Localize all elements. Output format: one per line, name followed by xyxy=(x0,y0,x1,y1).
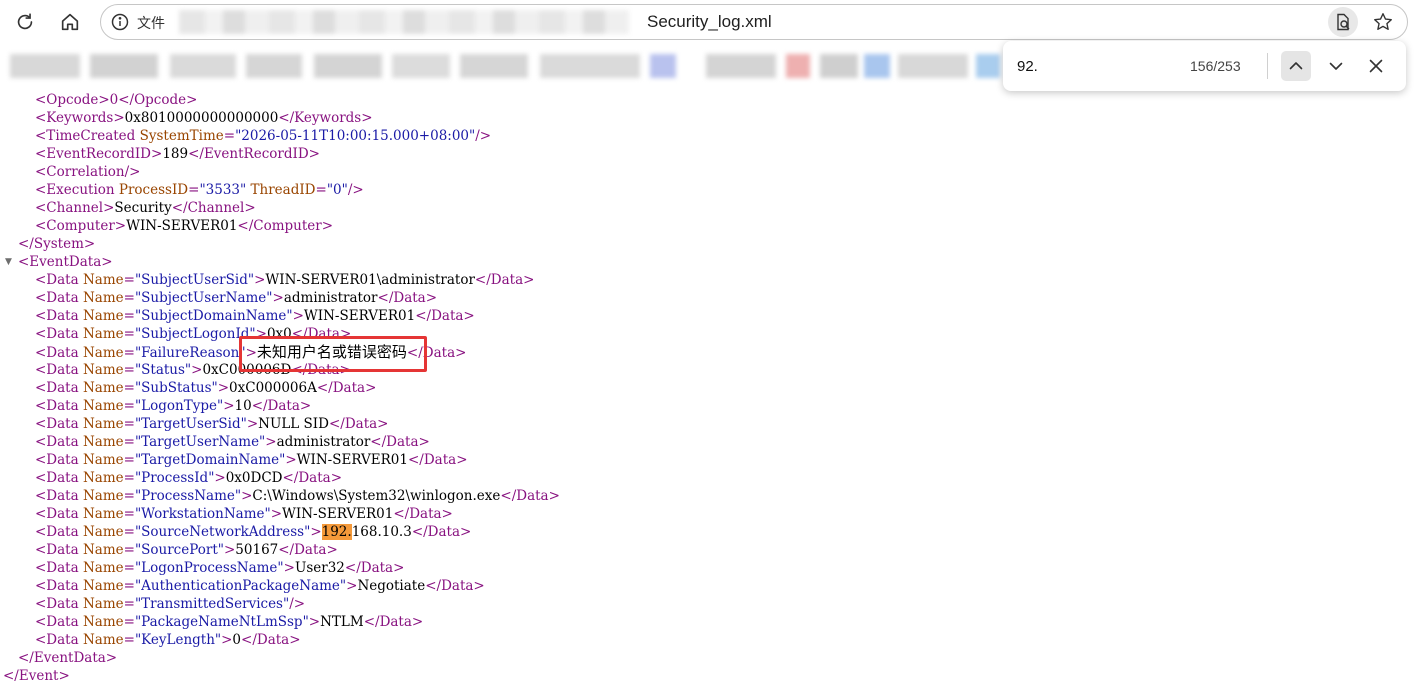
page-search-icon xyxy=(1337,13,1350,31)
failure-reason-value: 未知用户名或错误密码 xyxy=(256,343,407,361)
favorite-item-blurred[interactable] xyxy=(460,54,528,78)
find-close-button[interactable] xyxy=(1361,51,1391,81)
xml-timecreated-line: <TimeCreated SystemTime="2026-05-11T10:0… xyxy=(35,128,492,144)
find-match-count: 156/253 xyxy=(1190,58,1241,74)
xml-keywords-line: <Keywords>0x8010000000000000</Keywords> xyxy=(35,110,373,126)
browser-toolbar: 文件 Security_log.xml xyxy=(0,0,1425,44)
address-bar[interactable]: 文件 Security_log.xml xyxy=(100,4,1408,40)
favorite-item-blurred[interactable] xyxy=(786,54,810,78)
favorite-item-blurred[interactable] xyxy=(10,54,80,78)
xml-data-row-source-address: <Data Name="SourceNetworkAddress">192.16… xyxy=(35,524,472,540)
xml-data-row: <Data Name="SubjectDomainName">WIN-SERVE… xyxy=(35,308,475,324)
xml-data-row: <Data Name="TargetDomainName">WIN-SERVER… xyxy=(35,452,468,468)
xml-data-row: <Data Name="KeyLength">0</Data> xyxy=(35,632,301,648)
find-input[interactable] xyxy=(1017,54,1167,78)
xml-execution-line: <Execution ProcessID="3533" ThreadID="0"… xyxy=(35,182,364,198)
read-aloud-button[interactable] xyxy=(1328,7,1358,37)
star-icon xyxy=(1374,13,1392,31)
xml-data-row: <Data Name="TargetUserName">administrato… xyxy=(35,434,430,450)
reload-icon xyxy=(17,13,33,30)
xml-data-row: <Data Name="LogonProcessName">User32</Da… xyxy=(35,560,405,576)
xml-data-row: <Data Name="TransmittedServices"/> xyxy=(35,596,306,612)
close-icon xyxy=(1369,59,1383,73)
xml-tree-view: <Opcode>0</Opcode> <Keywords>0x801000000… xyxy=(0,90,1425,684)
home-icon xyxy=(61,13,79,31)
xml-data-row: <Data Name="Status">0xC000006D</Data> xyxy=(35,362,351,378)
reload-button[interactable] xyxy=(9,6,41,38)
favorite-item-blurred[interactable] xyxy=(392,54,450,78)
xml-data-row: <Data Name="TargetUserSid">NULL SID</Dat… xyxy=(35,416,389,432)
favorite-item-blurred[interactable] xyxy=(820,54,858,78)
xml-system-close-line: </System> xyxy=(18,236,96,252)
xml-data-row: <Data Name="WorkstationName">WIN-SERVER0… xyxy=(35,506,453,522)
favorite-item-blurred[interactable] xyxy=(706,54,776,78)
xml-eventdata-open-line: <EventData> xyxy=(18,254,113,270)
favorite-item-blurred[interactable] xyxy=(976,54,1000,78)
xml-channel-line: <Channel>Security</Channel> xyxy=(35,200,256,216)
find-match-highlight: 192. xyxy=(321,524,352,540)
xml-data-row: <Data Name="SubStatus">0xC000006A</Data> xyxy=(35,380,377,396)
chevron-down-icon xyxy=(1329,62,1343,70)
find-divider xyxy=(1267,53,1268,79)
xml-data-row: <Data Name="LogonType">10</Data> xyxy=(35,398,312,414)
collapse-toggle-icon[interactable]: ▼ xyxy=(5,253,15,271)
xml-data-row: <Data Name="PackageNameNtLmSsp">NTLM</Da… xyxy=(35,614,424,630)
info-icon[interactable] xyxy=(111,13,129,31)
chevron-up-icon xyxy=(1289,62,1303,70)
favorite-item-blurred[interactable] xyxy=(540,54,640,78)
xml-data-row: <Data Name="SubjectUserSid">WIN-SERVER01… xyxy=(35,272,535,288)
favorite-item-blurred[interactable] xyxy=(246,54,302,78)
find-previous-button[interactable] xyxy=(1281,51,1311,81)
xml-data-row: <Data Name="AuthenticationPackageName">N… xyxy=(35,578,485,594)
xml-eventdata-close-line: </EventData> xyxy=(18,650,118,666)
xml-event-close-line: </Event> xyxy=(3,668,70,684)
xml-data-row: <Data Name="ProcessId">0x0DCD</Data> xyxy=(35,470,343,486)
favorite-item-blurred[interactable] xyxy=(170,54,236,78)
favorite-item-blurred[interactable] xyxy=(314,54,382,78)
xml-opcode-line: <Opcode>0</Opcode> xyxy=(35,92,198,108)
home-button[interactable] xyxy=(54,6,86,38)
xml-data-row: <Data Name="ProcessName">C:\Windows\Syst… xyxy=(35,488,560,504)
xml-data-row-failure-reason: <Data Name="FailureReason">未知用户名或错误密码</D… xyxy=(35,343,467,361)
url-filename: Security_log.xml xyxy=(647,12,772,31)
xml-data-row: <Data Name="SourcePort">50167</Data> xyxy=(35,542,338,558)
favorite-item-blurred[interactable] xyxy=(90,54,158,78)
url-path-blurred xyxy=(179,10,629,34)
xml-computer-line: <Computer>WIN-SERVER01</Computer> xyxy=(35,218,334,234)
xml-correlation-line: <Correlation/> xyxy=(35,164,141,180)
url-scheme-label: 文件 xyxy=(137,15,165,31)
favorite-item-blurred[interactable] xyxy=(864,54,890,78)
xml-data-row: <Data Name="SubjectUserName">administrat… xyxy=(35,290,438,306)
xml-eventrecordid-line: <EventRecordID>189</EventRecordID> xyxy=(35,146,320,162)
find-on-page-bar: 156/253 xyxy=(1003,41,1406,91)
favorite-item-blurred[interactable] xyxy=(650,54,676,78)
xml-data-row: <Data Name="SubjectLogonId">0x0</Data> xyxy=(35,326,352,342)
favorite-button[interactable] xyxy=(1369,8,1397,36)
favorite-item-blurred[interactable] xyxy=(898,54,968,78)
find-next-button[interactable] xyxy=(1321,51,1351,81)
